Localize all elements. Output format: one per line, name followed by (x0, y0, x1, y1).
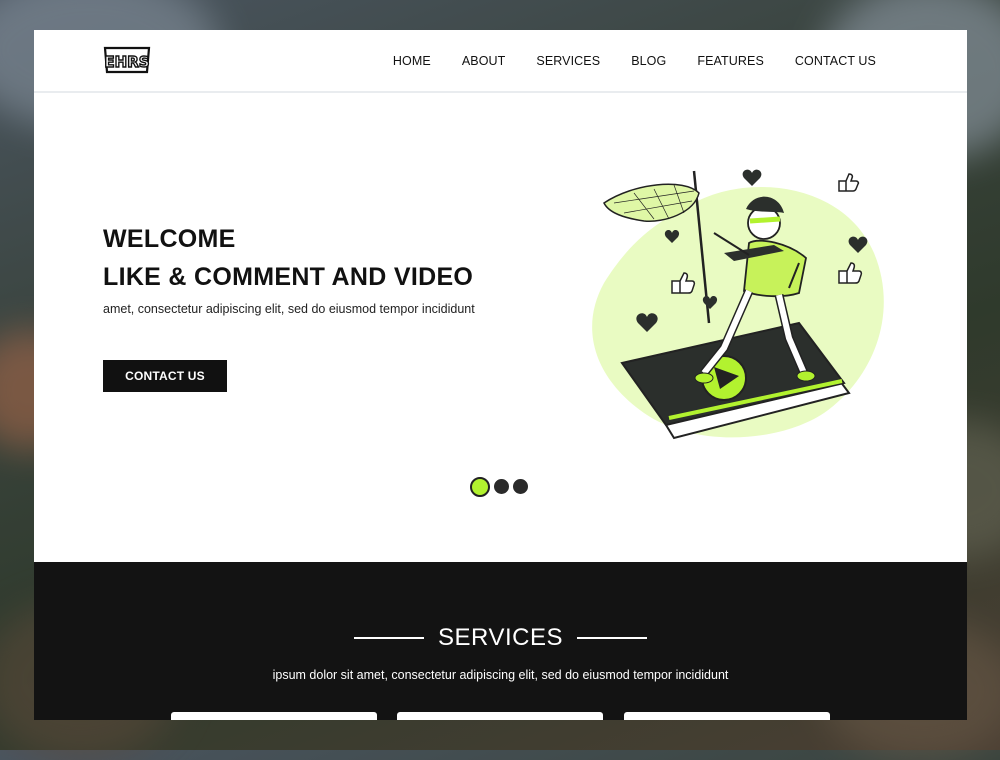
nav-contact-us[interactable]: CONTACT US (795, 54, 876, 68)
brand-logo[interactable]: EHRS (103, 44, 151, 76)
slider-dot-3[interactable] (513, 479, 528, 494)
nav-services[interactable]: SERVICES (536, 54, 600, 68)
logo-mark: EHRS (104, 46, 150, 74)
website-frame: EHRS HOME ABOUT SERVICES BLOG FEATURES C… (34, 30, 967, 720)
hero-title-line2: LIKE & COMMENT AND VIDEO (103, 263, 474, 291)
logo-text: EHRS (104, 53, 149, 71)
hero-subtitle: amet, consectetur adipiscing elit, sed d… (103, 302, 475, 316)
service-card-3[interactable] (624, 712, 830, 720)
service-card-1[interactable] (171, 712, 377, 720)
hero-section: WELCOME LIKE & COMMENT AND VIDEO amet, c… (34, 93, 967, 562)
slider-dot-1[interactable] (470, 476, 490, 497)
hero-title: WELCOME LIKE & COMMENT AND VIDEO (103, 220, 473, 296)
nav-home[interactable]: HOME (393, 54, 431, 68)
site-header: EHRS HOME ABOUT SERVICES BLOG FEATURES C… (34, 30, 967, 93)
slider-dot-2[interactable] (494, 479, 509, 494)
services-title: SERVICES (438, 624, 563, 651)
hero-title-line1: WELCOME (103, 225, 236, 253)
nav-about[interactable]: ABOUT (462, 54, 506, 68)
nav-features[interactable]: FEATURES (697, 54, 764, 68)
services-description: ipsum dolor sit amet, consectetur adipis… (272, 668, 729, 682)
divider-left (354, 637, 425, 639)
services-heading: SERVICES (34, 624, 967, 652)
services-section: SERVICES ipsum dolor sit amet, consectet… (34, 562, 967, 720)
slider-dots (470, 476, 528, 497)
hero-illustration (592, 169, 884, 440)
divider-right (576, 637, 647, 639)
main-nav: HOME ABOUT SERVICES BLOG FEATURES CONTAC… (362, 30, 876, 91)
service-card-2[interactable] (397, 712, 603, 720)
contact-us-button[interactable]: CONTACT US (103, 360, 227, 392)
nav-blog[interactable]: BLOG (631, 54, 666, 68)
